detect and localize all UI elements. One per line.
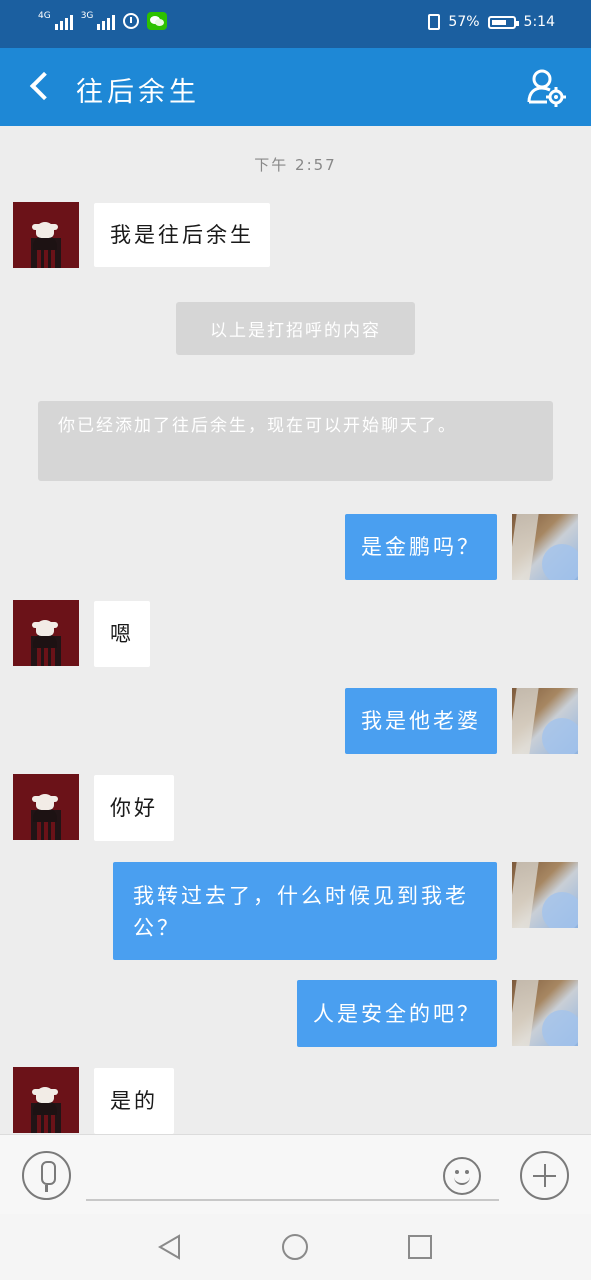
message-bubble-incoming[interactable]: 我是往后余生: [94, 203, 270, 267]
signal-icon-2: 3G: [81, 12, 116, 30]
more-options-button[interactable]: [520, 1151, 569, 1200]
message-bubble-incoming[interactable]: 你好: [94, 775, 174, 841]
my-avatar[interactable]: [512, 980, 578, 1046]
contact-avatar[interactable]: [13, 1067, 79, 1133]
contact-avatar[interactable]: [13, 600, 79, 666]
status-bar: 4G 3G 57% 5:14: [0, 0, 591, 48]
chat-title: 往后余生: [76, 77, 200, 108]
status-left: 4G 3G: [38, 12, 168, 30]
vibrate-icon: [428, 14, 441, 30]
system-nav-bar: [0, 1214, 591, 1280]
system-notice: 你已经添加了往后余生，现在可以开始聊天了。: [38, 401, 553, 481]
nav-recent-button[interactable]: [408, 1235, 432, 1259]
network-label: 4G: [38, 11, 51, 21]
message-bubble-outgoing[interactable]: 我是他老婆: [345, 688, 497, 754]
message-bubble-outgoing[interactable]: 我转过去了，什么时候见到我老公？: [113, 862, 497, 960]
nav-back-icon: [158, 1234, 180, 1260]
user-settings-button[interactable]: [525, 66, 567, 108]
signal-icon: 4G: [38, 12, 73, 30]
user-settings-icon: [527, 69, 566, 107]
nav-home-button[interactable]: [282, 1234, 308, 1260]
voice-button[interactable]: [22, 1151, 71, 1200]
back-button[interactable]: [26, 68, 62, 106]
message-bubble-incoming[interactable]: 是的: [94, 1068, 174, 1134]
wechat-icon: [147, 12, 168, 30]
alarm-icon: [123, 13, 140, 29]
battery-percent: 57%: [448, 14, 480, 30]
message-bubble-outgoing[interactable]: 是金鹏吗？: [345, 514, 497, 580]
emoji-button[interactable]: [443, 1157, 481, 1195]
emoji-icon: [455, 1170, 459, 1174]
status-time: 5:14: [523, 14, 555, 30]
chat-timestamp: 下午 2:57: [254, 156, 337, 174]
my-avatar[interactable]: [512, 862, 578, 928]
my-avatar[interactable]: [512, 514, 578, 580]
network-label-2: 3G: [80, 11, 94, 21]
system-notice: 以上是打招呼的内容: [176, 302, 415, 355]
my-avatar[interactable]: [512, 688, 578, 754]
nav-back-button[interactable]: [157, 1234, 183, 1260]
chat-area[interactable]: 下午 2:57 我是往后余生 以上是打招呼的内容 你已经添加了往后余生，现在可以…: [0, 126, 591, 1134]
contact-avatar[interactable]: [13, 202, 79, 268]
status-right: 57% 5:14: [428, 14, 555, 30]
message-bubble-incoming[interactable]: 嗯: [94, 601, 150, 667]
message-input[interactable]: [86, 1149, 499, 1201]
input-bar: [0, 1134, 591, 1214]
message-bubble-outgoing[interactable]: 人是安全的吧？: [297, 980, 497, 1047]
battery-icon: [487, 15, 519, 29]
chat-header: 往后余生: [0, 48, 591, 126]
contact-avatar[interactable]: [13, 774, 79, 840]
